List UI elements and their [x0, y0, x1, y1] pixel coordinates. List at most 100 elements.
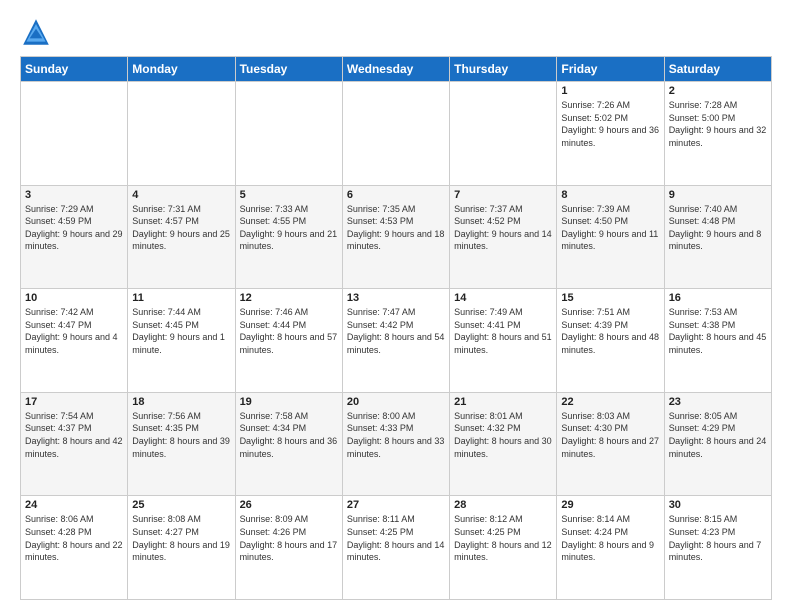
day-number: 10 — [25, 292, 123, 304]
day-number: 23 — [669, 396, 767, 408]
day-info: Sunrise: 7:51 AM Sunset: 4:39 PM Dayligh… — [561, 306, 659, 356]
day-number: 16 — [669, 292, 767, 304]
day-number: 11 — [132, 292, 230, 304]
day-number: 27 — [347, 499, 445, 511]
day-info: Sunrise: 7:31 AM Sunset: 4:57 PM Dayligh… — [132, 203, 230, 253]
day-info: Sunrise: 7:28 AM Sunset: 5:00 PM Dayligh… — [669, 99, 767, 149]
day-number: 3 — [25, 189, 123, 201]
calendar-day-20: 20Sunrise: 8:00 AM Sunset: 4:33 PM Dayli… — [342, 392, 449, 496]
day-number: 1 — [561, 85, 659, 97]
day-number: 14 — [454, 292, 552, 304]
day-info: Sunrise: 7:33 AM Sunset: 4:55 PM Dayligh… — [240, 203, 338, 253]
calendar-day-22: 22 Sunrise: 8:03 AM Sunset: 4:30 PM Dayli… — [557, 392, 664, 496]
day-number: 19 — [240, 396, 338, 408]
day-number: 15 — [561, 292, 659, 304]
day-number: 21 — [454, 396, 552, 408]
calendar-empty — [235, 82, 342, 186]
calendar-day-12: 12 Sunrise: 7:46 AM Sunset: 4:44 PM Dayli… — [235, 289, 342, 393]
day-number: 13 — [347, 292, 445, 304]
day-info: Sunrise: 8:14 AM Sunset: 4:24 PM Dayligh… — [561, 513, 659, 563]
day-info: Sunrise: 7:26 AM Sunset: 5:02 PM Dayligh… — [561, 99, 659, 149]
calendar-day-4: 4 Sunrise: 7:31 AM Sunset: 4:57 PM Daylig… — [128, 185, 235, 289]
day-info: Sunrise: 8:05 AM Sunset: 4:29 PM Dayligh… — [669, 410, 767, 460]
calendar-day-9: 9 Sunrise: 7:40 AM Sunset: 4:48 PM Daylig… — [664, 185, 771, 289]
day-number: 25 — [132, 499, 230, 511]
day-info: Sunrise: 7:46 AM Sunset: 4:44 PM Dayligh… — [240, 306, 338, 356]
calendar-empty — [450, 82, 557, 186]
calendar-day-28: 28Sunrise: 8:12 AM Sunset: 4:25 PM Dayli… — [450, 496, 557, 600]
day-number: 7 — [454, 189, 552, 201]
day-info: Sunrise: 8:15 AM Sunset: 4:23 PM Dayligh… — [669, 513, 767, 563]
calendar-day-18: 18 Sunrise: 7:56 AM Sunset: 4:35 PM Dayli… — [128, 392, 235, 496]
day-number: 2 — [669, 85, 767, 97]
calendar-day-25: 25Sunrise: 8:08 AM Sunset: 4:27 PM Dayli… — [128, 496, 235, 600]
header — [20, 16, 772, 48]
day-number: 9 — [669, 189, 767, 201]
day-number: 28 — [454, 499, 552, 511]
logo — [20, 16, 56, 48]
day-info: Sunrise: 7:53 AM Sunset: 4:38 PM Dayligh… — [669, 306, 767, 356]
calendar-empty — [128, 82, 235, 186]
calendar-empty — [342, 82, 449, 186]
calendar-day-6: 6 Sunrise: 7:35 AM Sunset: 4:53 PM Daylig… — [342, 185, 449, 289]
calendar-day-2: 2 Sunrise: 7:28 AM Sunset: 5:00 PM Daylig… — [664, 82, 771, 186]
day-number: 22 — [561, 396, 659, 408]
calendar-header-row: SundayMondayTuesdayWednesdayThursdayFrid… — [21, 57, 772, 82]
col-header-wednesday: Wednesday — [342, 57, 449, 82]
day-number: 26 — [240, 499, 338, 511]
calendar-week-row: 10 Sunrise: 7:42 AM Sunset: 4:47 PM Dayli… — [21, 289, 772, 393]
calendar-day-29: 29Sunrise: 8:14 AM Sunset: 4:24 PM Dayli… — [557, 496, 664, 600]
col-header-sunday: Sunday — [21, 57, 128, 82]
calendar-day-3: 3 Sunrise: 7:29 AM Sunset: 4:59 PM Daylig… — [21, 185, 128, 289]
page: SundayMondayTuesdayWednesdayThursdayFrid… — [0, 0, 792, 612]
day-info: Sunrise: 7:44 AM Sunset: 4:45 PM Dayligh… — [132, 306, 230, 356]
day-info: Sunrise: 7:40 AM Sunset: 4:48 PM Dayligh… — [669, 203, 767, 253]
calendar-day-15: 15 Sunrise: 7:51 AM Sunset: 4:39 PM Dayli… — [557, 289, 664, 393]
calendar-day-13: 13 Sunrise: 7:47 AM Sunset: 4:42 PM Dayli… — [342, 289, 449, 393]
day-number: 12 — [240, 292, 338, 304]
day-number: 30 — [669, 499, 767, 511]
calendar-day-24: 24Sunrise: 8:06 AM Sunset: 4:28 PM Dayli… — [21, 496, 128, 600]
calendar-day-14: 14 Sunrise: 7:49 AM Sunset: 4:41 PM Dayli… — [450, 289, 557, 393]
day-info: Sunrise: 7:56 AM Sunset: 4:35 PM Dayligh… — [132, 410, 230, 460]
day-info: Sunrise: 8:09 AM Sunset: 4:26 PM Dayligh… — [240, 513, 338, 563]
day-info: Sunrise: 8:01 AM Sunset: 4:32 PM Dayligh… — [454, 410, 552, 460]
calendar-day-30: 30 Sunrise: 8:15 AM Sunset: 4:23 PM Dayli… — [664, 496, 771, 600]
day-info: Sunrise: 7:29 AM Sunset: 4:59 PM Dayligh… — [25, 203, 123, 253]
calendar-day-27: 27 Sunrise: 8:11 AM Sunset: 4:25 PM Dayli… — [342, 496, 449, 600]
day-number: 6 — [347, 189, 445, 201]
calendar-week-row: 1 Sunrise: 7:26 AM Sunset: 5:02 PM Daylig… — [21, 82, 772, 186]
calendar-day-16: 16 Sunrise: 7:53 AM Sunset: 4:38 PM Dayli… — [664, 289, 771, 393]
calendar-day-5: 5 Sunrise: 7:33 AM Sunset: 4:55 PM Daylig… — [235, 185, 342, 289]
calendar-day-23: 23 Sunrise: 8:05 AM Sunset: 4:29 PM Dayli… — [664, 392, 771, 496]
day-info: Sunrise: 8:06 AM Sunset: 4:28 PM Dayligh… — [25, 513, 123, 563]
col-header-thursday: Thursday — [450, 57, 557, 82]
calendar-week-row: 24Sunrise: 8:06 AM Sunset: 4:28 PM Dayli… — [21, 496, 772, 600]
day-number: 17 — [25, 396, 123, 408]
day-info: Sunrise: 7:49 AM Sunset: 4:41 PM Dayligh… — [454, 306, 552, 356]
day-number: 5 — [240, 189, 338, 201]
day-number: 18 — [132, 396, 230, 408]
calendar-table: SundayMondayTuesdayWednesdayThursdayFrid… — [20, 56, 772, 600]
col-header-friday: Friday — [557, 57, 664, 82]
calendar-day-26: 26 Sunrise: 8:09 AM Sunset: 4:26 PM Dayli… — [235, 496, 342, 600]
col-header-tuesday: Tuesday — [235, 57, 342, 82]
calendar-week-row: 17Sunrise: 7:54 AM Sunset: 4:37 PM Dayli… — [21, 392, 772, 496]
day-number: 4 — [132, 189, 230, 201]
day-info: Sunrise: 7:35 AM Sunset: 4:53 PM Dayligh… — [347, 203, 445, 253]
calendar-day-8: 8 Sunrise: 7:39 AM Sunset: 4:50 PM Daylig… — [557, 185, 664, 289]
day-number: 20 — [347, 396, 445, 408]
day-info: Sunrise: 7:42 AM Sunset: 4:47 PM Dayligh… — [25, 306, 123, 356]
calendar-empty — [21, 82, 128, 186]
calendar-day-21: 21 Sunrise: 8:01 AM Sunset: 4:32 PM Dayli… — [450, 392, 557, 496]
day-info: Sunrise: 7:47 AM Sunset: 4:42 PM Dayligh… — [347, 306, 445, 356]
day-info: Sunrise: 8:11 AM Sunset: 4:25 PM Dayligh… — [347, 513, 445, 563]
logo-icon — [20, 16, 52, 48]
calendar-day-7: 7Sunrise: 7:37 AM Sunset: 4:52 PM Daylig… — [450, 185, 557, 289]
day-info: Sunrise: 7:39 AM Sunset: 4:50 PM Dayligh… — [561, 203, 659, 253]
day-info: Sunrise: 7:58 AM Sunset: 4:34 PM Dayligh… — [240, 410, 338, 460]
day-info: Sunrise: 8:03 AM Sunset: 4:30 PM Dayligh… — [561, 410, 659, 460]
calendar-day-19: 19 Sunrise: 7:58 AM Sunset: 4:34 PM Dayli… — [235, 392, 342, 496]
day-number: 8 — [561, 189, 659, 201]
calendar-day-17: 17Sunrise: 7:54 AM Sunset: 4:37 PM Dayli… — [21, 392, 128, 496]
